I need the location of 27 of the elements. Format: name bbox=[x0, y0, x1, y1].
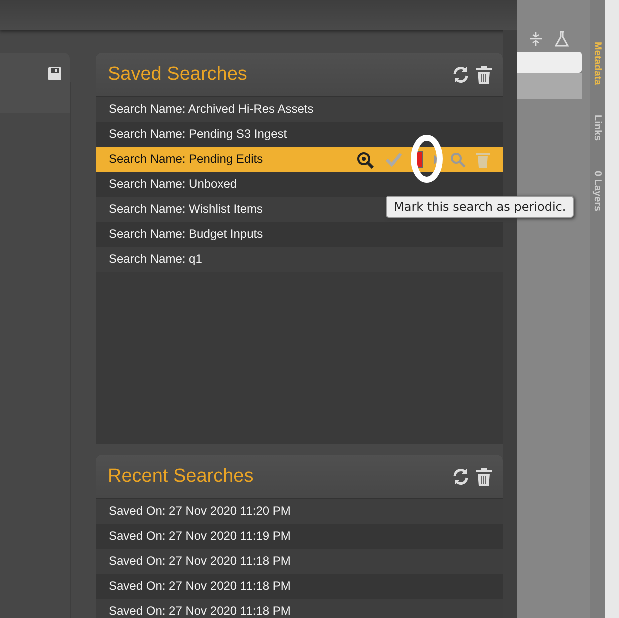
recent-search-row[interactable]: Saved On: 27 Nov 2020 11:19 PM bbox=[96, 524, 503, 549]
trash-icon[interactable] bbox=[475, 466, 493, 486]
refresh-icon[interactable] bbox=[451, 466, 471, 486]
magnifier-gear-icon[interactable] bbox=[356, 150, 376, 168]
recent-search-row[interactable]: Saved On: 27 Nov 2020 11:20 PM bbox=[96, 499, 503, 524]
input-field[interactable] bbox=[517, 73, 582, 99]
trash-icon[interactable] bbox=[475, 64, 493, 84]
saved-search-row[interactable]: Search Name: Unboxed bbox=[96, 172, 503, 197]
recent-search-row[interactable]: Saved On: 27 Nov 2020 11:18 PM bbox=[96, 549, 503, 574]
panel-title: Saved Searches bbox=[108, 64, 248, 86]
saved-search-row[interactable]: Search Name: Archived Hi-Res Assets bbox=[96, 97, 503, 122]
save-icon[interactable] bbox=[48, 67, 62, 81]
recent-search-row[interactable]: Saved On: 27 Nov 2020 11:18 PM bbox=[96, 574, 503, 599]
recent-search-row[interactable]: Saved On: 27 Nov 2020 11:18 PM bbox=[96, 599, 503, 618]
input-field[interactable] bbox=[517, 52, 582, 73]
tooltip: Mark this search as periodic. bbox=[386, 196, 574, 218]
refresh-icon[interactable] bbox=[451, 64, 471, 84]
saved-search-row[interactable]: Search Name: Pending S3 Ingest bbox=[96, 122, 503, 147]
check-icon[interactable] bbox=[385, 152, 403, 168]
saved-search-row[interactable]: Search Name: Budget Inputs bbox=[96, 222, 503, 247]
saved-search-row[interactable]: Search Name: q1 bbox=[96, 247, 503, 272]
saved-search-row[interactable]: Search Name: Pending Edits bbox=[96, 147, 503, 172]
panel-title: Recent Searches bbox=[108, 466, 255, 488]
search-icon[interactable] bbox=[450, 152, 466, 168]
collapse-icon[interactable] bbox=[529, 30, 543, 46]
highlight-ellipse bbox=[410, 134, 444, 184]
flask-icon[interactable] bbox=[555, 30, 569, 46]
